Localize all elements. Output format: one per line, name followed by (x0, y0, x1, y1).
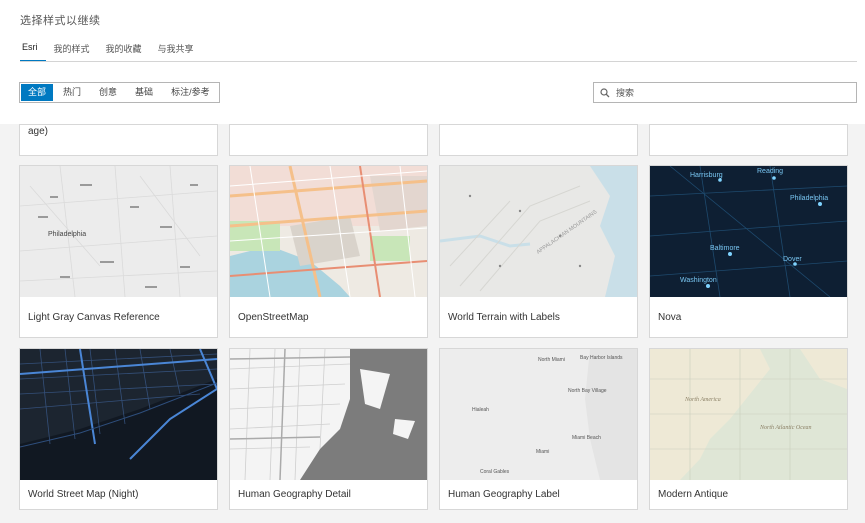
style-card-label: Human Geography Label (448, 489, 560, 500)
style-card-label: Modern Antique (658, 489, 729, 500)
map-label: Hialeah (472, 407, 489, 413)
filter-creative[interactable]: 创意 (90, 83, 126, 102)
filter-labels-reference[interactable]: 标注/参考 (162, 83, 219, 102)
style-gallery: age) Philadelphia Light Gray Canvas Refe… (0, 124, 865, 523)
map-thumbnail: APPALACHIAN MOUNTAINS (440, 166, 637, 297)
style-card[interactable] (229, 124, 428, 156)
map-label: Washington (680, 277, 717, 284)
search-input[interactable] (616, 87, 836, 98)
map-label: Reading (757, 168, 783, 175)
map-thumbnail (230, 349, 427, 480)
style-card-modern-antique[interactable]: North America North Atlantic Ocean Moder… (649, 348, 848, 510)
map-thumbnail: North America North Atlantic Ocean (650, 349, 847, 480)
map-label: Miami (536, 449, 549, 455)
style-card-label: Human Geography Detail (238, 489, 351, 500)
style-card-world-terrain-with-labels[interactable]: APPALACHIAN MOUNTAINS World Terrain with… (439, 165, 638, 338)
style-card-label: World Street Map (Night) (28, 489, 139, 500)
map-thumbnail (20, 349, 217, 480)
style-card-label: OpenStreetMap (238, 311, 309, 323)
map-thumbnail: Harrisburg Reading Philadelphia Baltimor… (650, 166, 847, 297)
tab-my-styles[interactable]: 我的样式 (46, 42, 98, 62)
map-label: Miami Beach (572, 435, 601, 441)
map-label: North Atlantic Ocean (759, 425, 812, 431)
search-box (593, 82, 857, 103)
tab-shared-with-me[interactable]: 与我共享 (150, 42, 202, 62)
map-label: Harrisburg (690, 172, 723, 179)
style-card-label: age) (28, 126, 49, 137)
filter-all[interactable]: 全部 (21, 84, 54, 101)
style-card[interactable] (439, 124, 638, 156)
style-card-label: Nova (658, 311, 682, 323)
style-card-label (440, 125, 637, 157)
source-tabs: Esri 我的样式 我的收藏 与我共享 (20, 42, 202, 62)
dialog-title: 选择样式以继续 (20, 15, 101, 27)
filter-popular[interactable]: 热门 (54, 83, 90, 102)
style-card-label (230, 125, 427, 157)
search-icon (594, 87, 616, 98)
category-filter-group: 全部 热门 创意 基础 标注/参考 (19, 82, 220, 103)
map-label: Philadelphia (48, 231, 86, 238)
tabs-divider (20, 61, 857, 62)
tab-my-favorites[interactable]: 我的收藏 (98, 42, 150, 62)
map-thumbnail: North Miami Bay Harbor Islands North Bay… (440, 349, 637, 480)
map-label: Bay Harbor Islands (580, 355, 623, 361)
filter-basic[interactable]: 基础 (126, 83, 162, 102)
map-label: North Bay Village (568, 388, 607, 394)
map-thumbnail (230, 166, 427, 297)
style-card-human-geography-label[interactable]: North Miami Bay Harbor Islands North Bay… (439, 348, 638, 510)
style-card-world-street-map-night[interactable]: World Street Map (Night) (19, 348, 218, 510)
map-label: Dover (783, 256, 802, 263)
style-card-light-gray-canvas-reference[interactable]: Philadelphia Light Gray Canvas Reference (19, 165, 218, 338)
style-card[interactable] (649, 124, 848, 156)
tab-esri[interactable]: Esri (20, 42, 46, 62)
map-label: Baltimore (710, 245, 740, 252)
style-card-label: World Terrain with Labels (448, 311, 560, 323)
style-card-openstreetmap[interactable]: OpenStreetMap (229, 165, 428, 338)
map-label: North Miami (538, 357, 565, 363)
map-label: Coral Gables (480, 469, 510, 475)
map-thumbnail: Philadelphia (20, 166, 217, 297)
style-card-nova[interactable]: Harrisburg Reading Philadelphia Baltimor… (649, 165, 848, 338)
map-label: Philadelphia (790, 195, 828, 202)
style-card-label (650, 125, 847, 157)
style-card-human-geography-detail[interactable]: Human Geography Detail (229, 348, 428, 510)
style-card-label: Light Gray Canvas Reference (28, 311, 160, 323)
style-card[interactable]: age) (19, 124, 218, 156)
map-label: North America (684, 397, 721, 403)
